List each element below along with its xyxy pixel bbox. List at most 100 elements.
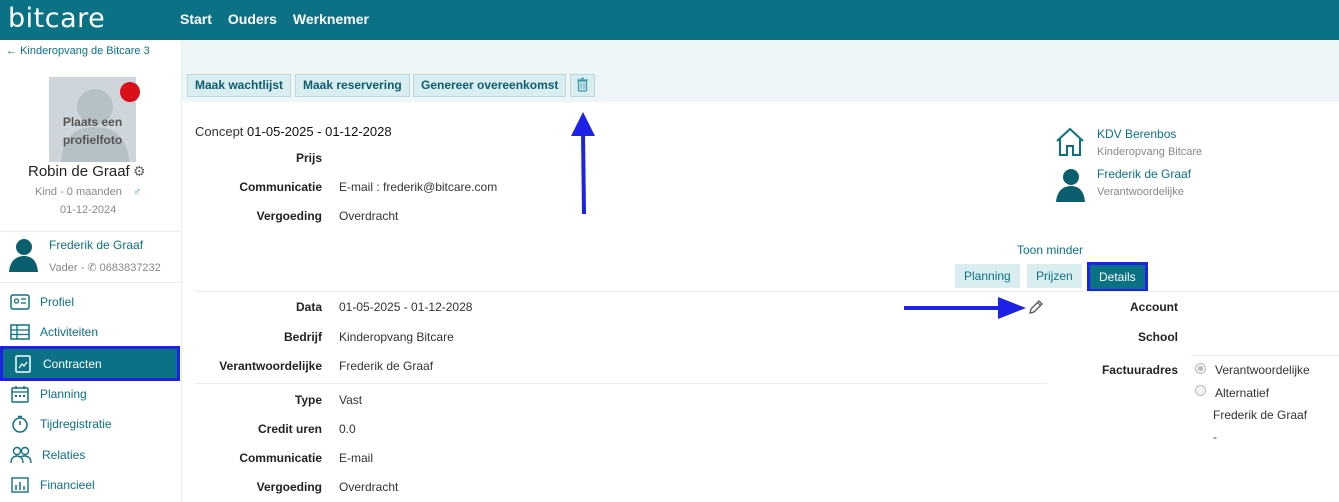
invoice-extra: -: [1213, 430, 1217, 444]
arrow-left-icon: ←: [6, 45, 17, 57]
responsible-person-link[interactable]: Frederik de Graaf: [1097, 167, 1191, 181]
label-communicatie: Communicatie: [239, 180, 322, 194]
sidebar-item-planning[interactable]: Planning: [0, 379, 182, 409]
radio-label-verantwoordelijke: Verantwoordelijke: [1215, 363, 1310, 377]
radio-label-alternatief: Alternatief: [1215, 386, 1270, 400]
value-communicatie-detail: E-mail: [339, 451, 374, 465]
label-account: Account: [1130, 300, 1178, 314]
status-dot: [120, 82, 140, 102]
bitcare-logo[interactable]: bitcare: [8, 3, 105, 34]
parent-avatar-icon: [9, 239, 38, 272]
male-icon: ♂: [132, 186, 142, 198]
generate-agreement-button[interactable]: Genereer overeenkomst: [413, 74, 567, 97]
avatar-text-line-1: Plaats een: [62, 115, 123, 129]
child-birthdate: 01-12-2024: [60, 204, 117, 216]
label-type: Type: [294, 393, 322, 407]
toggle-less-link[interactable]: Toon minder: [1017, 243, 1083, 257]
value-bedrijf: Kinderopvang Bitcare: [339, 330, 454, 344]
contract-period: 01-05-2025 - 01-12-2028: [247, 124, 392, 139]
parent-phone[interactable]: 0683837232: [100, 262, 161, 274]
child-age: Kind - 0 maanden: [35, 186, 122, 198]
sidebar-item-activiteiten[interactable]: Activiteiten: [0, 317, 182, 347]
trash-icon: [577, 77, 588, 92]
sidebar-item-profiel[interactable]: Profiel: [0, 287, 182, 317]
value-type: Vast: [339, 393, 363, 407]
id-card-icon: [10, 294, 30, 310]
value-vergoeding: Overdracht: [339, 209, 399, 223]
delete-button[interactable]: [570, 74, 595, 97]
sidebar-item-relaties[interactable]: Relaties: [0, 440, 182, 470]
label-prijs: Prijs: [295, 151, 322, 165]
label-school: School: [1137, 330, 1178, 344]
radio-alternatief[interactable]: [1195, 385, 1206, 396]
sidebar-item-contracten[interactable]: Contracten: [0, 346, 180, 381]
contract-title: Concept 01-05-2025 - 01-12-2028: [195, 124, 392, 139]
tab-details[interactable]: Details: [1087, 262, 1148, 292]
sidebar-item-tijdregistratie[interactable]: Tijdregistratie: [0, 409, 182, 439]
parent-info: Vader - ✆ 0683837232: [49, 261, 161, 274]
person-avatar-icon: [1056, 169, 1085, 202]
org-name-link[interactable]: KDV Berenbos: [1097, 127, 1176, 141]
parent-role: Vader -: [49, 262, 85, 274]
label-factuuradres: Factuuradres: [1101, 363, 1178, 377]
nav-werknemer[interactable]: Werknemer: [293, 11, 369, 27]
contract-document-icon: [15, 354, 31, 373]
back-link[interactable]: ← Kinderopvang de Bitcare 3: [6, 45, 150, 57]
people-icon: [10, 446, 32, 464]
sidebar-item-label: Planning: [40, 387, 87, 401]
sidebar-item-label: Contracten: [43, 356, 102, 371]
sidebar-item-label: Tijdregistratie: [40, 417, 112, 431]
divider: [0, 282, 182, 283]
child-info: Kind - 0 maanden ♂: [35, 186, 141, 198]
calendar-icon: [11, 386, 29, 403]
label-data: Data: [295, 300, 322, 314]
label-verantwoordelijke: Verantwoordelijke: [219, 359, 322, 373]
sidebar-item-label: Profiel: [40, 295, 75, 309]
radio-verantwoordelijke[interactable]: [1195, 363, 1206, 374]
label-bedrijf: Bedrijf: [283, 330, 322, 344]
divider: [195, 383, 1047, 384]
parent-name-link[interactable]: Frederik de Graaf: [49, 238, 143, 252]
avatar-text-line-2: profielfoto: [62, 133, 123, 147]
sidebar-item-label: Relaties: [42, 448, 86, 462]
nav-ouders[interactable]: Ouders: [228, 11, 277, 27]
value-data: 01-05-2025 - 01-12-2028: [339, 300, 473, 314]
sidebar-item-label: Activiteiten: [40, 325, 99, 339]
divider: [0, 231, 182, 232]
label-communicatie-detail: Communicatie: [239, 451, 322, 465]
back-link-label: Kinderopvang de Bitcare 3: [20, 45, 150, 57]
divider: [1191, 355, 1339, 356]
annotation-arrow-right: [904, 297, 1026, 319]
sidebar-item-label: Financieel: [40, 478, 95, 492]
gear-icon[interactable]: ⚙: [133, 163, 146, 180]
value-credit-uren: 0.0: [339, 422, 356, 436]
divider: [195, 291, 1339, 292]
tab-planning[interactable]: Planning: [955, 264, 1020, 288]
org-subtitle: Kinderopvang Bitcare: [1097, 146, 1203, 158]
responsible-person-role: Verantwoordelijke: [1097, 186, 1184, 198]
tab-prijzen[interactable]: Prijzen: [1027, 264, 1082, 288]
stopwatch-icon: [12, 415, 28, 433]
main-header-strip: [182, 40, 1339, 70]
value-vergoeding-detail: Overdracht: [339, 480, 399, 494]
label-credit-uren: Credit uren: [257, 422, 322, 436]
phone-icon: ✆: [87, 262, 97, 274]
value-verantwoordelijke: Frederik de Graaf: [339, 359, 434, 373]
bar-chart-icon: [11, 477, 29, 493]
invoice-name: Frederik de Graaf: [1213, 408, 1308, 422]
sidebar: ← Kinderopvang de Bitcare 3 Plaats een p…: [0, 40, 182, 502]
make-reservation-button[interactable]: Maak reservering: [295, 74, 410, 97]
nav-start[interactable]: Start: [180, 11, 212, 27]
child-name: Robin de Graaf: [28, 163, 130, 180]
main-nav: Start Ouders Werknemer: [180, 11, 369, 27]
value-communicatie: E-mail : frederik@bitcare.com: [339, 180, 498, 194]
table-icon: [10, 324, 30, 340]
make-waitlist-button[interactable]: Maak wachtlijst: [187, 74, 292, 97]
home-icon: [1056, 127, 1084, 156]
sidebar-item-financieel[interactable]: Financieel: [0, 470, 182, 500]
label-vergoeding: Vergoeding: [256, 209, 322, 223]
label-vergoeding-detail: Vergoeding: [256, 480, 322, 494]
contract-content: Concept 01-05-2025 - 01-12-2028 Prijs Co…: [182, 104, 1339, 502]
contract-toolbar: Maak wachtlijst Maak reservering Generee…: [182, 70, 1339, 102]
top-navbar: bitcare Start Ouders Werknemer: [0, 0, 1339, 40]
